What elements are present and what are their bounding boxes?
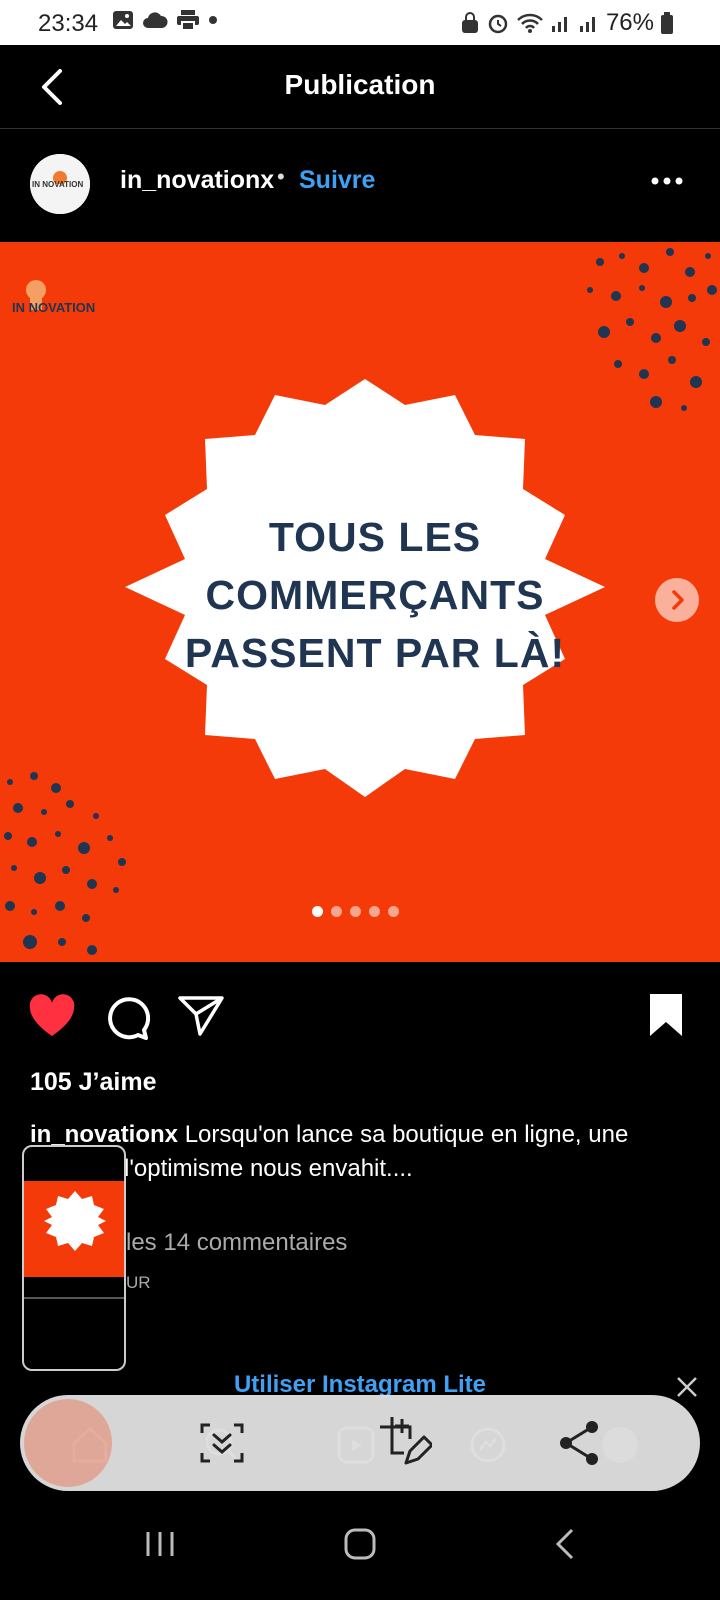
carousel-dot [369,906,380,917]
screenshot-toolbar [20,1395,700,1491]
battery-icon [661,12,673,34]
caption-text: Lorsqu'on lance sa boutique en ligne, un… [178,1121,629,1148]
signal-icon [551,17,567,32]
alarm-icon [488,14,508,34]
edit-crop-icon[interactable] [372,1413,432,1473]
caption-username[interactable]: in_novationx [30,1121,178,1148]
carousel-indicator [312,906,399,917]
avatar-text: IN NOVATION [32,180,84,189]
cloud-icon [143,12,168,28]
status-bar: 23:34 76% [0,0,720,45]
logo-text: IN NOVATION [12,300,96,315]
post-headline: TOUS LES COMMERÇANTS PASSENT PAR LÀ! [160,508,590,682]
top-header: Publication [0,45,720,129]
post-author-row: IN NOVATION in_novationx • Suivre [0,130,720,240]
avatar[interactable]: IN NOVATION [30,154,90,214]
more-options-icon[interactable] [650,176,684,186]
post-image[interactable]: IN NOVATION TOUS LES COMMERÇANTS PASSENT… [0,242,720,962]
headline-line-3: PASSENT PAR LÀ! [184,630,566,676]
send-icon[interactable] [178,994,224,1038]
lock-icon [461,12,478,33]
system-back-icon[interactable] [546,1524,586,1564]
chevron-right-icon [672,590,684,610]
comment-icon[interactable] [104,994,150,1040]
bookmark-icon[interactable] [648,992,684,1038]
post-actions [0,990,720,1046]
scroll-capture-icon[interactable] [192,1413,252,1473]
recent-apps-icon[interactable] [140,1524,180,1564]
screenshot-preview-circle[interactable] [24,1399,112,1487]
likes-count[interactable]: 105 J’aime [30,1068,157,1097]
separator-dot: • [277,164,285,189]
wifi-icon [517,13,543,33]
signal-icon [579,17,595,32]
carousel-dot [388,906,399,917]
decorative-dots-bottom [4,772,126,955]
status-time: 23:34 [38,10,99,37]
page-title: Publication [284,69,436,100]
battery-percent: 76% [605,9,654,36]
carousel-dot [350,906,361,917]
home-button-icon[interactable] [340,1524,380,1564]
system-navigation-bar [0,1500,720,1600]
follow-button[interactable]: Suivre [299,166,375,195]
close-icon[interactable] [676,1376,698,1398]
post-username[interactable]: in_novationx [120,166,274,195]
carousel-dot [312,906,323,917]
brand-logo: IN NOVATION [12,278,102,328]
heart-icon[interactable] [28,994,76,1038]
print-icon [177,10,199,31]
image-icon [113,11,133,29]
share-icon[interactable] [550,1413,610,1473]
post-caption: in_novationx Lorsqu'on lance sa boutique… [30,1118,690,1186]
headline-line-2: COMMERÇANTS [205,572,545,618]
dot-icon [209,16,217,24]
screenshot-preview-thumbnail[interactable] [22,1145,126,1371]
view-comments-link[interactable]: les 14 commentaires [126,1229,347,1257]
headline-line-1: TOUS LES [268,514,482,560]
post-date: UR [126,1273,151,1292]
carousel-dot [331,906,342,917]
mini-starburst [44,1191,106,1251]
carousel-next-button[interactable] [655,578,699,622]
